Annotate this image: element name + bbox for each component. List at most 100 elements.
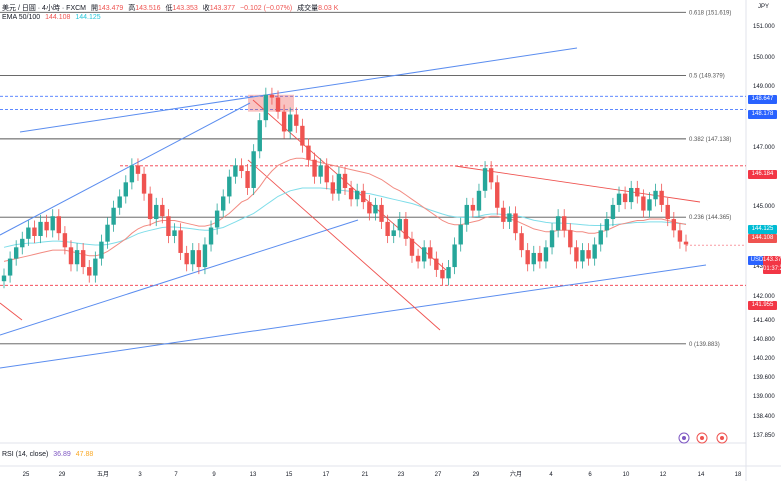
candle-body — [1, 275, 7, 282]
candle-body — [178, 230, 183, 253]
candle-body — [44, 221, 49, 231]
countdown-tag: 01:37:27 — [763, 265, 781, 274]
candle-body — [574, 247, 579, 262]
candle-body — [74, 250, 80, 265]
alert-icon-dot — [682, 436, 686, 440]
candle-body — [147, 193, 153, 220]
y-tick-label: 139.600 — [753, 375, 775, 381]
candle-body — [501, 207, 506, 222]
candle-body — [87, 267, 92, 276]
y-tick-label: 149.000 — [753, 84, 775, 90]
ema-label: EMA 50/100 — [2, 14, 41, 21]
grid-lines — [0, 0, 781, 481]
x-tick-label: 10 — [623, 472, 630, 478]
y-tick-label: 142.000 — [753, 294, 775, 300]
x-tick-label: 29 — [59, 472, 66, 478]
price-tag-148647: 148.647 — [748, 95, 777, 104]
candle — [251, 144, 256, 196]
candle-body — [622, 193, 628, 203]
fib-label: 0.618 (151.619) — [689, 10, 731, 16]
price-tag-141955: 141.955 — [748, 301, 777, 310]
x-tick-label: 六月 — [510, 470, 522, 478]
candle-body — [245, 171, 250, 188]
rsi-value-1: 36.89 — [53, 451, 71, 458]
candle-body — [476, 190, 482, 211]
candle-body — [68, 247, 74, 265]
candle-body — [586, 250, 591, 259]
volume-value: 8.03 K — [318, 5, 339, 12]
candle-body — [665, 204, 670, 220]
candle-body — [421, 247, 427, 262]
candle-body — [403, 219, 409, 239]
price-tag-148178: 148.178 — [748, 110, 777, 119]
toolbar-icons[interactable] — [678, 432, 728, 444]
candle-body — [513, 213, 518, 234]
candle-body — [56, 216, 62, 234]
candle-body — [141, 173, 147, 194]
x-tick-label: 12 — [660, 472, 667, 478]
candle-body — [379, 204, 384, 222]
candle-body — [537, 252, 543, 262]
y-tick-label: 140.200 — [753, 356, 775, 362]
open-label: 開 — [90, 5, 98, 12]
candle-body — [129, 165, 135, 183]
candle-body — [354, 190, 360, 200]
candle-body — [269, 94, 275, 98]
candle-body — [184, 252, 189, 265]
candle-body — [166, 216, 171, 236]
candle-body — [32, 227, 37, 236]
candle-body — [677, 230, 683, 242]
candle-body — [671, 219, 677, 231]
candle-body — [598, 230, 603, 245]
candle-body — [263, 94, 269, 121]
candle-body — [38, 221, 43, 236]
candle-body — [257, 120, 262, 152]
candle-body — [592, 244, 597, 259]
close-value: 143.377 — [209, 5, 236, 12]
candle-body — [7, 258, 13, 276]
candle-body — [342, 173, 348, 188]
candle-body — [610, 204, 616, 220]
candle-body — [336, 173, 342, 194]
x-tick-label: 15 — [286, 472, 293, 478]
x-tick-label: 21 — [362, 472, 369, 478]
y-tick-label: 137.850 — [753, 433, 775, 439]
candle-body — [50, 216, 55, 231]
event-icon-dot — [720, 436, 724, 440]
change-value: −0.102 (−0.07%) — [240, 5, 293, 12]
candle-body — [616, 193, 622, 205]
candle-body — [562, 216, 567, 231]
candle-body — [208, 227, 214, 245]
candle-body — [330, 182, 336, 194]
candle-body — [99, 241, 104, 259]
candle-body — [154, 204, 159, 220]
fib-label: 0.382 (147.138) — [689, 137, 731, 143]
candle-body — [647, 199, 652, 211]
candle-body — [604, 219, 610, 231]
candle-body — [385, 221, 390, 236]
ema-legend: EMA 50/100 144.108 144.125 — [2, 14, 104, 21]
candle-body — [549, 230, 555, 248]
candle-body — [80, 250, 86, 268]
candle-body — [628, 187, 634, 203]
candle-body — [239, 165, 244, 172]
candle-body — [324, 165, 329, 183]
ema100-value: 144.125 — [75, 14, 101, 21]
candle-body — [312, 159, 317, 177]
candle-body — [635, 187, 640, 197]
ema50-value: 144.108 — [45, 14, 71, 21]
candle-body — [519, 233, 524, 251]
candle-body — [287, 114, 293, 132]
candle-body — [440, 269, 445, 279]
symbol-title: 美元 / 日圓 · 4小時 · FXCM — [2, 5, 86, 12]
candle-body — [196, 250, 202, 268]
x-tick-label: 五月 — [97, 471, 109, 478]
price-chart[interactable]: 0.618 (151.619) 0.5 (149.379) 0.382 (147.1… — [0, 0, 781, 481]
currency-label: JPY — [758, 4, 770, 10]
rsi-label: RSI (14, close) — [2, 451, 49, 458]
candle-body — [202, 244, 208, 268]
candle-body — [306, 145, 311, 160]
y-tick-label: 147.000 — [753, 145, 775, 151]
candle-body — [428, 247, 433, 259]
high-value: 143.516 — [135, 5, 161, 12]
